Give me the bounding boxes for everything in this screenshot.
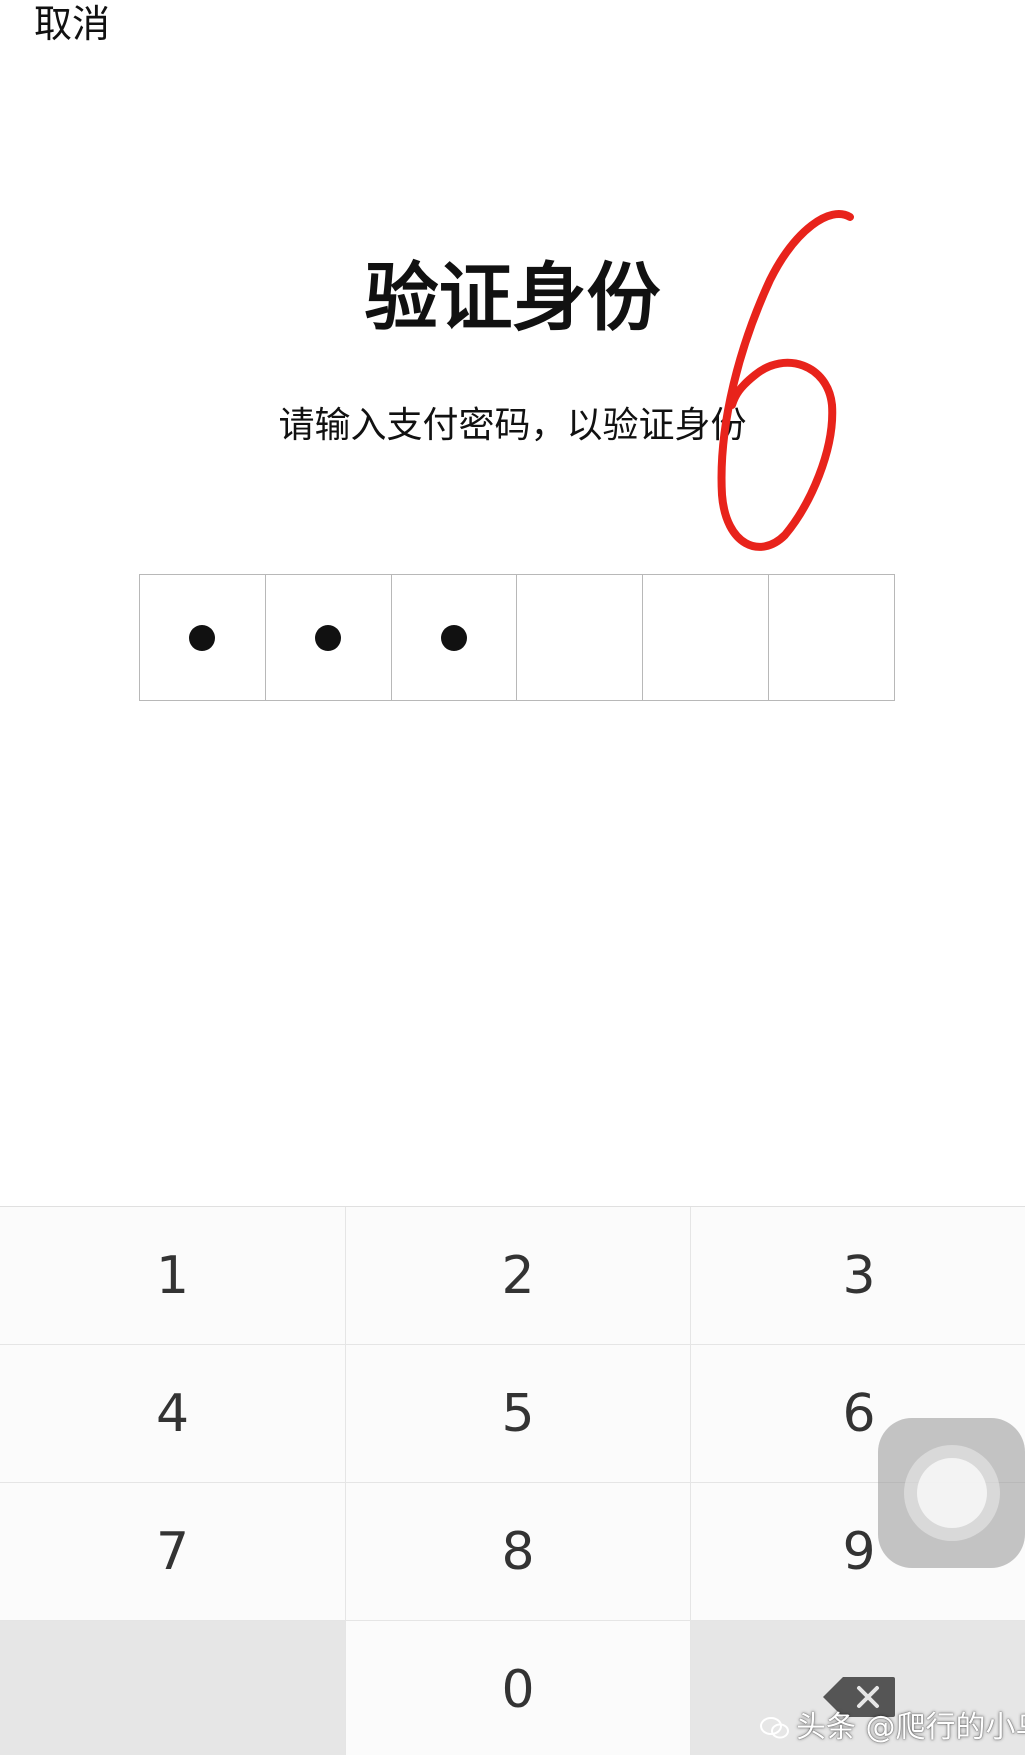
key-0[interactable]: 0: [346, 1621, 690, 1755]
pin-cell-2: [266, 575, 392, 700]
key-blank: [0, 1621, 345, 1755]
cancel-button[interactable]: 取消: [34, 0, 110, 48]
pin-cell-4: [517, 575, 644, 700]
pin-dot: [315, 624, 342, 651]
pin-cell-3: [392, 575, 518, 700]
verify-identity-screen: 取消 验证身份 请输入支付密码，以验证身份 6 1 2 3 4 5 6 7 8 …: [0, 0, 1025, 1755]
page-subtitle: 请输入支付密码，以验证身份: [278, 405, 747, 446]
pin-cell-6: [769, 575, 894, 700]
key-4[interactable]: 4: [0, 1345, 345, 1482]
numeric-keypad: 1 2 3 4 5 6 7 8 9 0: [0, 1206, 1025, 1755]
pin-cell-1: [140, 575, 266, 700]
key-7[interactable]: 7: [0, 1483, 345, 1620]
key-5[interactable]: 5: [346, 1345, 690, 1482]
key-1[interactable]: 1: [0, 1207, 345, 1344]
password-input[interactable]: [139, 574, 895, 701]
assistive-touch-core: [916, 1458, 987, 1528]
assistive-touch-button[interactable]: [878, 1418, 1025, 1568]
key-8[interactable]: 8: [346, 1483, 690, 1620]
backspace-icon: [823, 1677, 895, 1717]
backspace-button[interactable]: [691, 1621, 1025, 1755]
pin-dot: [189, 624, 216, 651]
pin-dot: [441, 624, 468, 651]
pin-cell-5: [643, 575, 770, 700]
assistive-touch-icon: [903, 1445, 1000, 1541]
key-2[interactable]: 2: [346, 1207, 690, 1344]
page-title: 验证身份: [364, 255, 661, 341]
key-3[interactable]: 3: [691, 1207, 1025, 1344]
